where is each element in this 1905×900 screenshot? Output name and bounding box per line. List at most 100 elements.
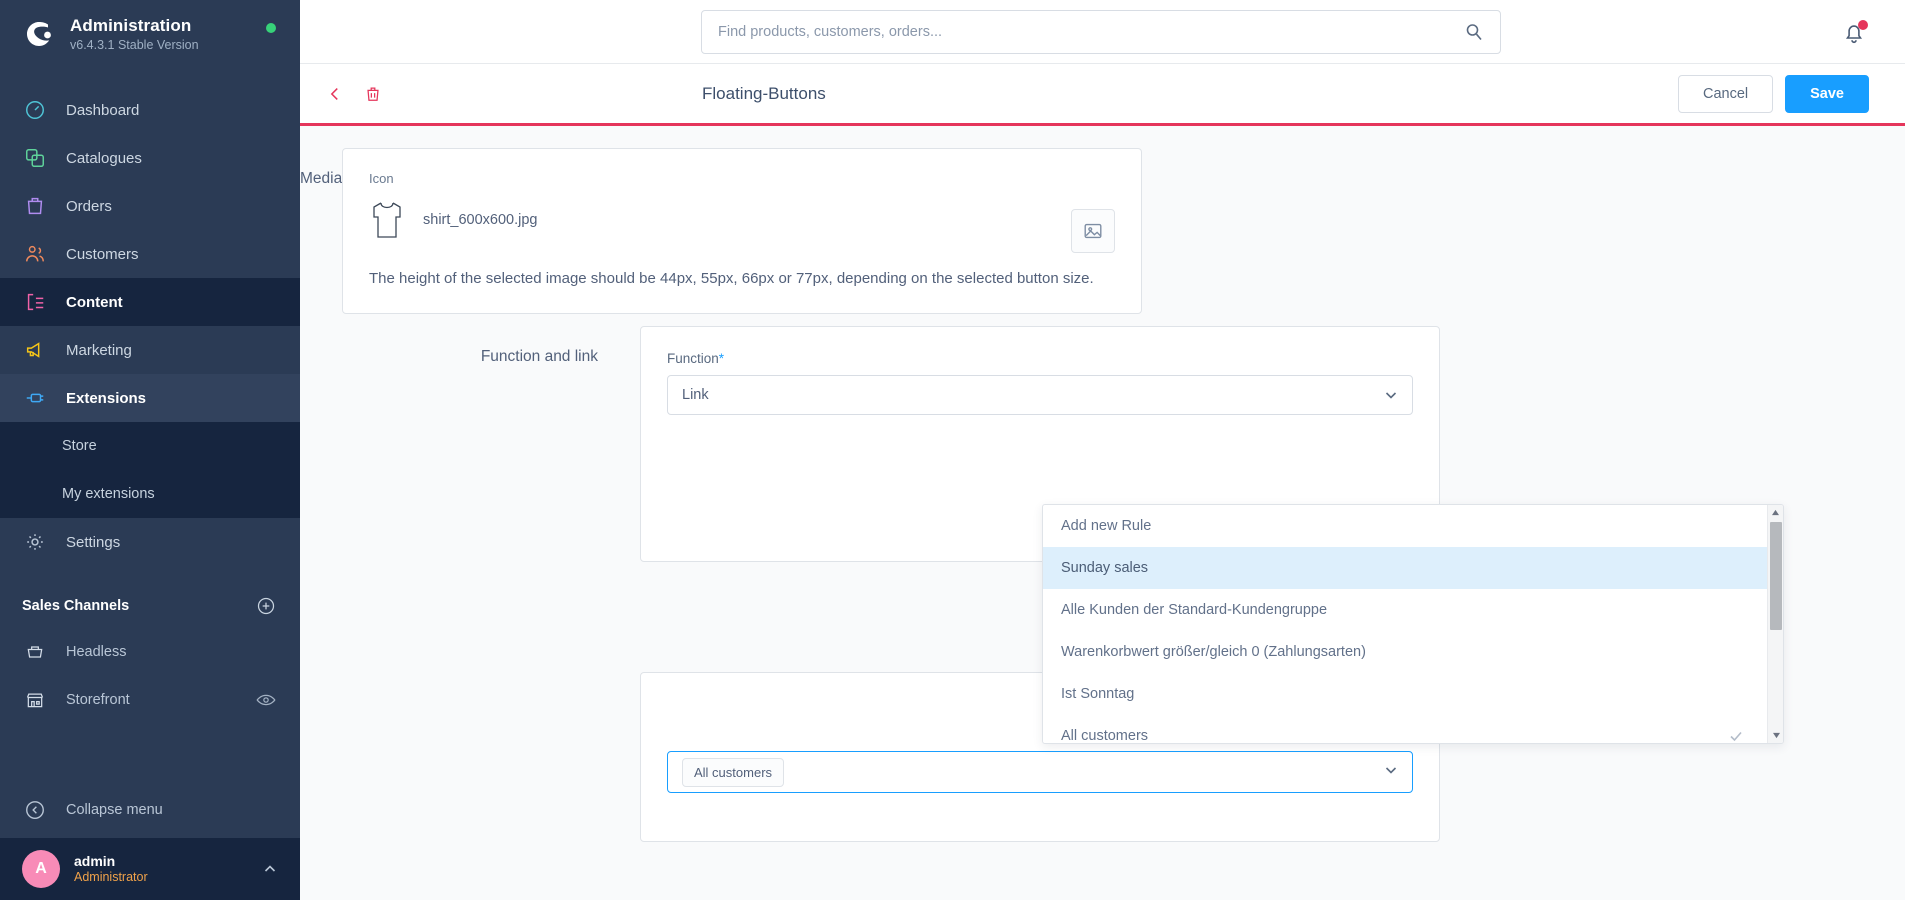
media-card: Icon shirt_600x600.jpg The height of the… — [342, 148, 1142, 314]
notification-badge-dot — [1858, 20, 1868, 30]
sidebar-item-customers[interactable]: Customers — [0, 230, 300, 278]
dropdown-option-label: All customers — [1061, 728, 1149, 744]
sales-channel-label: Storefront — [66, 692, 130, 708]
media-field-label: Icon — [369, 171, 394, 186]
dropdown-option[interactable]: Sunday sales — [1043, 547, 1767, 589]
notifications-button[interactable] — [1841, 20, 1868, 46]
trash-icon — [367, 87, 379, 101]
main-area: Floating-Buttons Cancel Save Media Icon — [300, 0, 1905, 900]
dropdown-option[interactable]: Add new Rule — [1043, 505, 1767, 547]
extensions-submenu: Store My extensions — [0, 422, 300, 518]
sidebar-item-marketing[interactable]: Marketing — [0, 326, 300, 374]
sidebar-item-label: Settings — [66, 533, 121, 551]
rule-multiselect[interactable]: All customers — [667, 751, 1413, 793]
required-marker: * — [718, 351, 725, 366]
dropdown-option-label: Sunday sales — [1061, 560, 1149, 576]
brand-title: Administration — [70, 16, 192, 36]
image-upload-button[interactable] — [1071, 209, 1115, 253]
search-input[interactable] — [718, 24, 1464, 40]
sales-channels-header: Sales Channels — [0, 584, 300, 628]
sales-channels-heading: Sales Channels — [22, 598, 130, 614]
media-file-name: shirt_600x600.jpg — [423, 212, 538, 228]
chevron-down-icon — [1384, 388, 1398, 402]
dropdown-option[interactable]: All customers — [1043, 715, 1767, 744]
form-content: Media Icon shirt_600x600.jpg The height … — [300, 126, 1905, 900]
save-button[interactable]: Save — [1785, 74, 1869, 113]
people-icon — [22, 241, 48, 267]
sidebar-item-settings[interactable]: Settings — [0, 518, 300, 566]
function-label-text: Function — [667, 351, 719, 366]
dropdown-option-label: Add new Rule — [1061, 518, 1152, 534]
dropdown-option[interactable]: Ist Sonntag — [1043, 673, 1767, 715]
page-header: Floating-Buttons Cancel Save — [300, 64, 1905, 126]
media-hint-text: The height of the selected image should … — [369, 270, 1094, 287]
sidebar-item-label: Catalogues — [66, 149, 142, 167]
sidebar-brand[interactable]: Administration v6.4.3.1 Stable Version — [0, 0, 300, 68]
top-bar — [300, 0, 1905, 64]
media-section-label: Media — [300, 170, 343, 187]
shopware-logo-icon — [22, 17, 56, 51]
function-field-label: Function* — [667, 351, 1413, 366]
chevron-up-icon[interactable] — [262, 861, 278, 877]
dropdown-option[interactable]: Warenkorbwert größer/gleich 0 (Zahlungsa… — [1043, 631, 1767, 673]
global-search — [701, 10, 1501, 54]
delete-button[interactable] — [362, 83, 384, 105]
bag-icon — [22, 193, 48, 219]
cancel-button[interactable]: Cancel — [1677, 74, 1774, 113]
app-root: Administration v6.4.3.1 Stable Version D… — [0, 0, 1905, 900]
rule-section-label — [300, 672, 640, 842]
sidebar-item-extensions[interactable]: Extensions — [0, 374, 300, 422]
collapse-menu-button[interactable]: Collapse menu — [0, 782, 300, 838]
sidebar-item-dashboard[interactable]: Dashboard — [0, 86, 300, 134]
dropdown-option[interactable]: Alle Kunden der Standard-Kundengruppe — [1043, 589, 1767, 631]
dropdown-option-label: Ist Sonntag — [1061, 686, 1135, 702]
sidebar-item-content[interactable]: Content — [0, 278, 300, 326]
sidebar-item-catalogues[interactable]: Catalogues — [0, 134, 300, 182]
collapse-menu-label: Collapse menu — [66, 802, 163, 818]
avatar: A — [22, 850, 60, 888]
selected-chip[interactable]: All customers — [682, 757, 785, 787]
back-button[interactable] — [324, 83, 346, 105]
sales-channel-headless[interactable]: Headless — [0, 628, 300, 676]
eye-icon[interactable] — [256, 693, 276, 707]
user-role: Administrator — [74, 869, 148, 884]
image-placeholder-icon — [1084, 223, 1102, 239]
sidebar-item-orders[interactable]: Orders — [0, 182, 300, 230]
media-section: Media Icon shirt_600x600.jpg The height … — [300, 148, 1905, 314]
shirt-icon — [369, 200, 405, 240]
caret-up-icon[interactable] — [1768, 505, 1783, 520]
user-name: admin — [74, 853, 116, 870]
scrollbar-thumb[interactable] — [1770, 522, 1782, 630]
megaphone-icon — [22, 337, 48, 363]
dropdown-scrollbar[interactable] — [1767, 505, 1783, 743]
search-icon[interactable] — [1464, 22, 1484, 42]
caret-down-icon[interactable] — [1768, 728, 1783, 743]
dropdown-option-label: Alle Kunden der Standard-Kundengruppe — [1061, 602, 1328, 618]
plug-icon — [22, 385, 48, 411]
media-item[interactable]: shirt_600x600.jpg — [369, 200, 1115, 240]
sidebar-item-label: Customers — [66, 245, 139, 263]
main-navigation: Dashboard Catalogues Orders Customers Co… — [0, 86, 300, 566]
storefront-icon — [22, 687, 48, 713]
brand-version: v6.4.3.1 Stable Version — [70, 37, 199, 52]
search-box[interactable] — [701, 10, 1501, 54]
function-select-value: Link — [682, 387, 709, 403]
sales-channel-label: Headless — [66, 644, 127, 660]
user-profile[interactable]: A admin Administrator — [0, 838, 300, 900]
sidebar-item-label: Orders — [66, 197, 112, 215]
dropdown-option-list: Add new Rule Sunday sales Alle Kunden de… — [1043, 505, 1767, 743]
function-section-label: Function and link — [480, 348, 598, 365]
function-select[interactable]: Link — [667, 375, 1413, 415]
sidebar-item-label: Marketing — [66, 341, 132, 359]
gear-icon — [22, 529, 48, 555]
chevron-left-icon — [330, 87, 338, 100]
chevron-down-icon[interactable] — [1384, 763, 1398, 782]
sidebar-subitem-store[interactable]: Store — [0, 422, 300, 470]
sidebar-subitem-my-extensions[interactable]: My extensions — [0, 470, 300, 518]
speedometer-icon — [22, 97, 48, 123]
sidebar: Administration v6.4.3.1 Stable Version D… — [0, 0, 300, 900]
content-icon — [22, 289, 48, 315]
sales-channel-storefront[interactable]: Storefront — [0, 676, 300, 724]
plus-circle-icon[interactable] — [256, 596, 276, 616]
sidebar-item-label: Content — [66, 293, 123, 311]
